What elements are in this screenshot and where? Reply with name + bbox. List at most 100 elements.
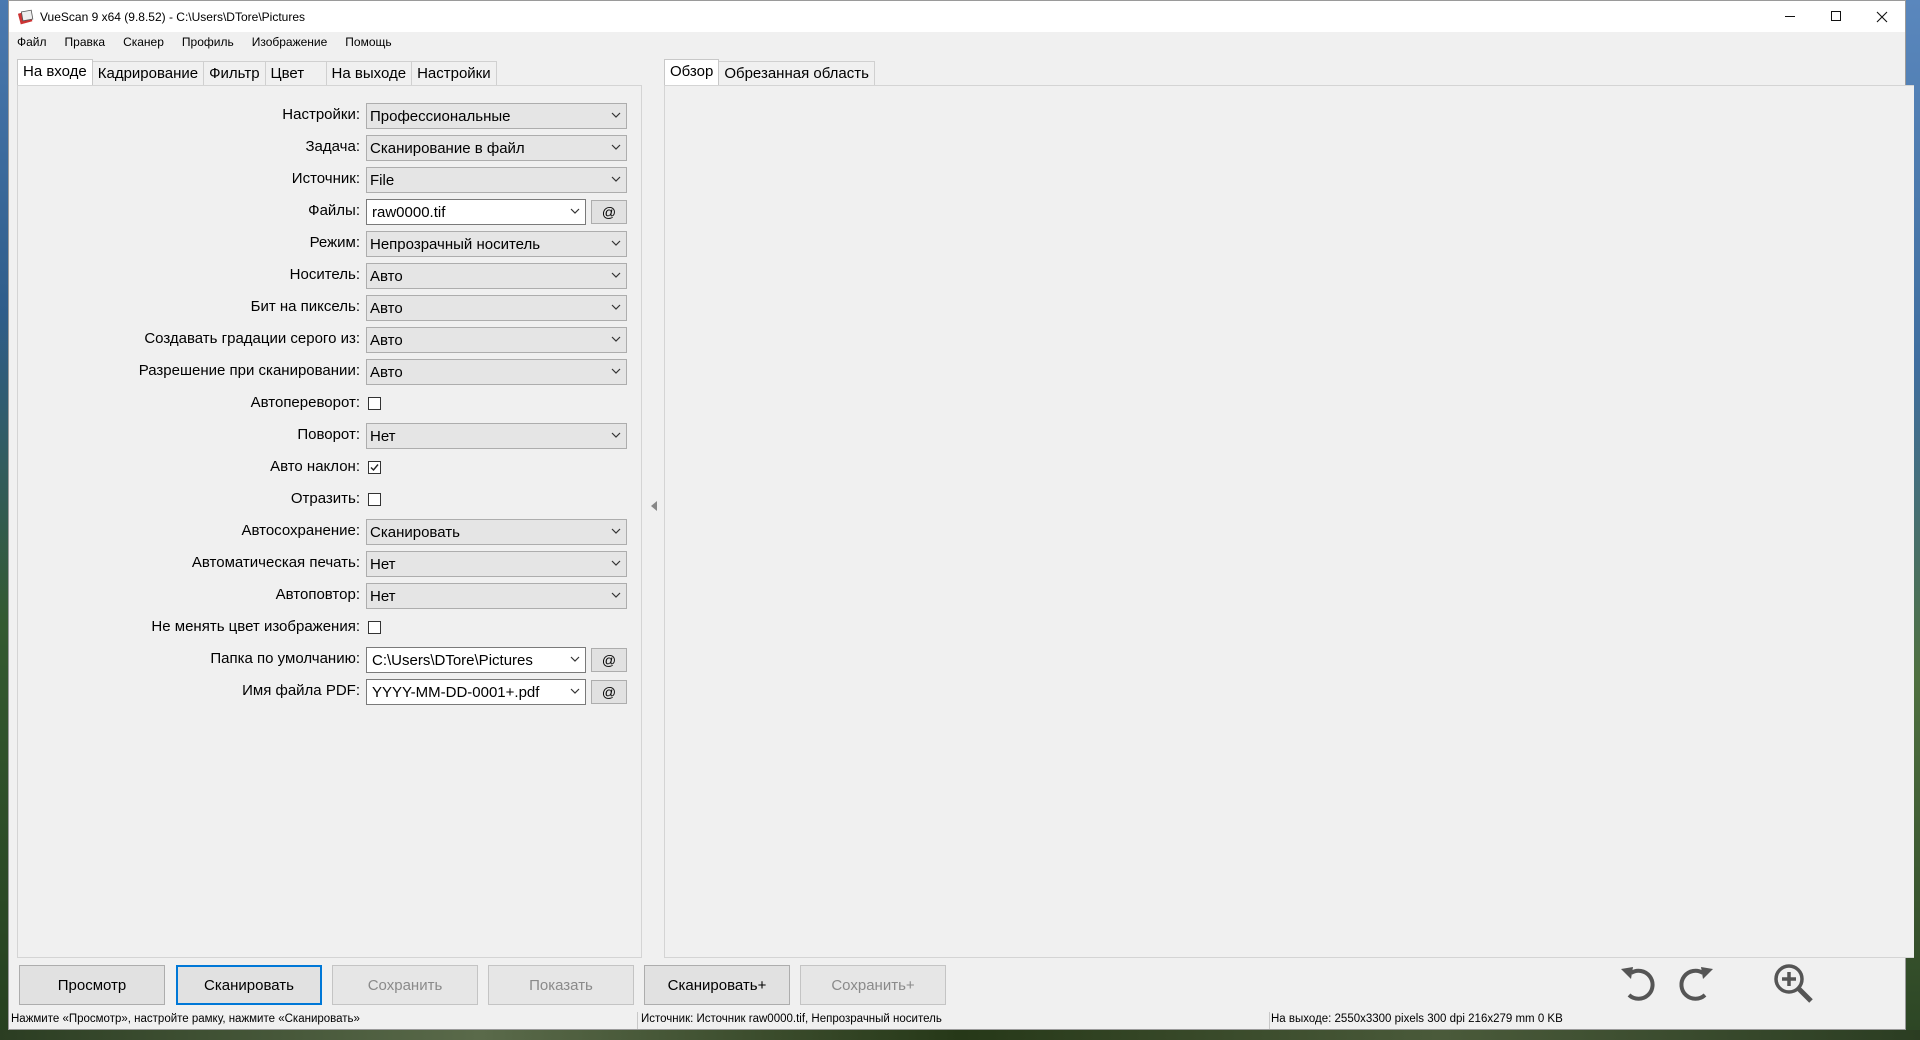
show-button[interactable]: Показать: [488, 965, 634, 1005]
keep-color-label: Не менять цвет изображения:: [151, 618, 360, 635]
menu-edit[interactable]: Правка: [63, 35, 108, 49]
scan-plus-button[interactable]: Сканировать+: [644, 965, 790, 1005]
row-pdf-name: Имя файла PDF: YYYY-MM-DD-0001+.pdf @: [18, 679, 628, 705]
grayscale-label: Создавать градации серого из:: [144, 330, 360, 347]
chevron-down-icon: [611, 144, 621, 150]
zoom-in-icon[interactable]: [1771, 961, 1815, 1005]
mode-value: Непрозрачный носитель: [370, 235, 541, 253]
chevron-down-icon: [611, 368, 621, 374]
row-auto-save: Автосохранение: Сканировать: [18, 519, 628, 545]
maximize-icon: [1830, 11, 1841, 21]
settings-select[interactable]: Профессиональные: [366, 103, 627, 129]
pdf-name-label: Имя файла PDF:: [242, 682, 360, 699]
rotation-select[interactable]: Нет: [366, 423, 627, 449]
source-label: Источник:: [291, 170, 360, 187]
row-auto-flip: Автопереворот:: [18, 391, 628, 417]
rotate-right-icon[interactable]: [1673, 961, 1717, 1005]
row-settings: Настройки: Профессиональные: [18, 103, 628, 129]
preview-tabs: Обзор Обрезанная область: [664, 59, 1914, 85]
save-button[interactable]: Сохранить: [332, 965, 478, 1005]
chevron-down-icon: [611, 176, 621, 182]
tab-cropped-area[interactable]: Обрезанная область: [718, 61, 875, 85]
close-button[interactable]: [1859, 1, 1905, 32]
mirror-checkbox[interactable]: [368, 493, 381, 506]
files-at-button[interactable]: @: [591, 200, 627, 224]
row-keep-color: Не менять цвет изображения:: [18, 615, 628, 641]
row-resolution: Разрешение при сканировании: Авто: [18, 359, 628, 385]
maximize-button[interactable]: [1813, 1, 1859, 32]
task-select[interactable]: Сканирование в файл: [366, 135, 627, 161]
checkmark-icon: [370, 464, 379, 472]
row-bits: Бит на пиксель: Авто: [18, 295, 628, 321]
auto-save-select[interactable]: Сканировать: [366, 519, 627, 545]
tab-color[interactable]: Цвет: [264, 61, 327, 85]
tab-prefs[interactable]: Настройки: [411, 61, 497, 85]
row-rotation: Поворот: Нет: [18, 423, 628, 449]
tab-preview[interactable]: Обзор: [664, 59, 720, 85]
menu-file[interactable]: Файл: [15, 35, 49, 49]
mode-label: Режим:: [309, 234, 360, 251]
keep-color-checkbox[interactable]: [368, 621, 381, 634]
media-label: Носитель:: [289, 266, 360, 283]
rotation-label: Поворот:: [297, 426, 360, 443]
grayscale-select[interactable]: Авто: [366, 327, 627, 353]
mirror-label: Отразить:: [290, 490, 360, 507]
scan-button[interactable]: Сканировать: [176, 965, 322, 1005]
default-folder-at-button[interactable]: @: [591, 648, 627, 672]
resolution-select[interactable]: Авто: [366, 359, 627, 385]
pdf-name-at-button[interactable]: @: [591, 680, 627, 704]
row-task: Задача: Сканирование в файл: [18, 135, 628, 161]
save-plus-button[interactable]: Сохранить+: [800, 965, 946, 1005]
default-folder-combo[interactable]: C:\Users\DTore\Pictures: [366, 647, 586, 673]
resolution-label: Разрешение при сканировании:: [138, 362, 360, 379]
chevron-down-icon: [611, 272, 621, 278]
auto-print-select[interactable]: Нет: [366, 551, 627, 577]
menu-image[interactable]: Изображение: [250, 35, 330, 49]
task-value: Сканирование в файл: [370, 139, 525, 157]
chevron-down-icon: [611, 112, 621, 118]
tab-output[interactable]: На выходе: [325, 61, 413, 85]
status-divider: [1269, 1012, 1270, 1029]
menu-help[interactable]: Помощь: [343, 35, 393, 49]
tab-crop[interactable]: Кадрирование: [91, 61, 205, 85]
row-auto-skew: Авто наклон:: [18, 455, 628, 481]
menu-scanner[interactable]: Сканер: [121, 35, 166, 49]
tab-filter[interactable]: Фильтр: [203, 61, 266, 85]
auto-skew-checkbox[interactable]: [368, 461, 381, 474]
row-media: Носитель: Авто: [18, 263, 628, 289]
row-files: Файлы: raw0000.tif @: [18, 199, 628, 225]
auto-flip-checkbox[interactable]: [368, 397, 381, 410]
files-label: Файлы:: [308, 202, 360, 219]
input-tab-content: Настройки: Профессиональные Задача: Скан…: [17, 85, 642, 958]
auto-repeat-label: Автоповтор:: [275, 586, 360, 603]
pdf-name-value: YYYY-MM-DD-0001+.pdf: [372, 683, 540, 701]
chevron-down-icon: [611, 528, 621, 534]
bits-select[interactable]: Авто: [366, 295, 627, 321]
auto-repeat-select[interactable]: Нет: [366, 583, 627, 609]
tab-input[interactable]: На входе: [17, 59, 93, 85]
rotate-left-icon[interactable]: [1617, 961, 1661, 1005]
pdf-name-combo[interactable]: YYYY-MM-DD-0001+.pdf: [366, 679, 586, 705]
vuescan-app-icon: [18, 9, 34, 24]
mode-select[interactable]: Непрозрачный носитель: [366, 231, 627, 257]
minimize-icon: [1784, 16, 1795, 17]
menu-bar: Файл Правка Сканер Профиль Изображение П…: [9, 32, 1905, 52]
row-mirror: Отразить:: [18, 487, 628, 513]
source-select[interactable]: File: [366, 167, 627, 193]
collapse-panel-arrow-icon[interactable]: [650, 501, 658, 511]
preview-button[interactable]: Просмотр: [19, 965, 165, 1005]
files-combo[interactable]: raw0000.tif: [366, 199, 586, 225]
menu-profile[interactable]: Профиль: [180, 35, 236, 49]
chevron-down-icon: [570, 208, 580, 214]
status-bar: Нажмите «Просмотр», настройте рамку, наж…: [9, 1010, 1907, 1031]
default-folder-value: C:\Users\DTore\Pictures: [372, 651, 533, 669]
chevron-down-icon: [570, 688, 580, 694]
settings-value: Профессиональные: [370, 107, 511, 125]
close-icon: [1876, 11, 1888, 22]
preview-canvas[interactable]: [664, 85, 1914, 958]
chevron-down-icon: [611, 432, 621, 438]
media-select[interactable]: Авто: [366, 263, 627, 289]
title-bar[interactable]: VueScan 9 x64 (9.8.52) - C:\Users\DTore\…: [9, 1, 1905, 32]
minimize-button[interactable]: [1767, 1, 1813, 32]
settings-label: Настройки:: [282, 106, 360, 123]
